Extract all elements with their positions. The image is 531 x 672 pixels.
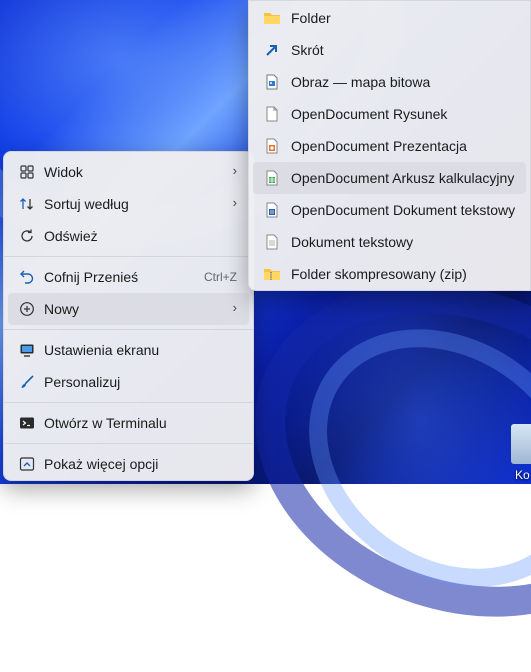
menu-item-label: Pokaż więcej opcji [44,456,159,472]
folder-icon [263,10,281,26]
submenu-item-label: Obraz — mapa bitowa [291,74,431,90]
submenu-item-bitmap[interactable]: Obraz — mapa bitowa [253,66,526,98]
odt-icon [263,202,281,218]
odg-icon [263,106,281,122]
menu-item-label: Ustawienia ekranu [44,342,160,358]
submenu-item-label: Folder skompresowany (zip) [291,266,467,282]
bitmap-icon [263,74,281,90]
new-submenu: Folder Skrót Obraz — mapa bitowa OpenDoc… [248,0,531,291]
odp-icon [263,138,281,154]
recycle-bin-icon[interactable] [511,424,531,464]
grid-icon [18,164,36,180]
submenu-item-label: OpenDocument Prezentacja [291,138,467,154]
menu-item-undo-move[interactable]: Cofnij Przenieś Ctrl+Z [8,261,249,293]
submenu-item-shortcut[interactable]: Skrót [253,34,526,66]
submenu-item-folder[interactable]: Folder [253,2,526,34]
submenu-item-label: Dokument tekstowy [291,234,414,250]
menu-item-refresh[interactable]: Odśwież [8,220,249,252]
menu-item-label: Sortuj według [44,196,129,212]
menu-item-label: Nowy [44,301,80,317]
chevron-right-icon: › [232,163,237,178]
submenu-item-odp[interactable]: OpenDocument Prezentacja [253,130,526,162]
menu-item-view[interactable]: Widok › [8,156,249,188]
shortcut-icon [263,42,281,58]
menu-item-label: Odśwież [44,228,98,244]
zip-folder-icon [263,266,281,282]
submenu-item-label: Skrót [291,42,324,58]
menu-separator [4,256,253,257]
menu-item-label: Cofnij Przenieś [44,269,139,285]
shortcut-text: Ctrl+Z [204,270,237,284]
display-icon [18,342,36,358]
menu-separator [4,443,253,444]
submenu-item-zip-folder[interactable]: Folder skompresowany (zip) [253,258,526,290]
menu-separator [4,329,253,330]
recycle-bin-label[interactable]: Ko [515,468,530,482]
menu-item-more-options[interactable]: Pokaż więcej opcji [8,448,249,480]
chevron-right-icon: › [232,195,237,210]
menu-item-open-terminal[interactable]: Otwórz w Terminalu [8,407,249,439]
menu-item-display-settings[interactable]: Ustawienia ekranu [8,334,249,366]
submenu-item-label: OpenDocument Rysunek [291,106,448,122]
menu-item-sort-by[interactable]: Sortuj według › [8,188,249,220]
submenu-item-ods[interactable]: OpenDocument Arkusz kalkulacyjny [253,162,526,194]
menu-item-label: Otwórz w Terminalu [44,415,167,431]
context-menu: Widok › Sortuj według › Odśwież Cofnij P… [3,151,254,481]
undo-icon [18,269,36,285]
chevron-right-icon: › [232,300,237,315]
menu-item-new[interactable]: Nowy › [8,293,249,325]
submenu-item-text-document[interactable]: Dokument tekstowy [253,226,526,258]
menu-separator [4,402,253,403]
more-options-icon [18,456,36,472]
submenu-item-label: Folder [291,10,331,26]
ods-icon [263,170,281,186]
plus-circle-icon [18,301,36,317]
refresh-icon [18,228,36,244]
brush-icon [18,374,36,390]
sort-icon [18,196,36,212]
menu-item-label: Widok [44,164,83,180]
menu-item-personalize[interactable]: Personalizuj [8,366,249,398]
terminal-icon [18,415,36,431]
text-file-icon [263,234,281,250]
menu-item-label: Personalizuj [44,374,121,390]
submenu-item-label: OpenDocument Dokument tekstowy [291,202,516,218]
submenu-item-odg[interactable]: OpenDocument Rysunek [253,98,526,130]
submenu-item-odt[interactable]: OpenDocument Dokument tekstowy [253,194,526,226]
submenu-item-label: OpenDocument Arkusz kalkulacyjny [291,170,515,186]
